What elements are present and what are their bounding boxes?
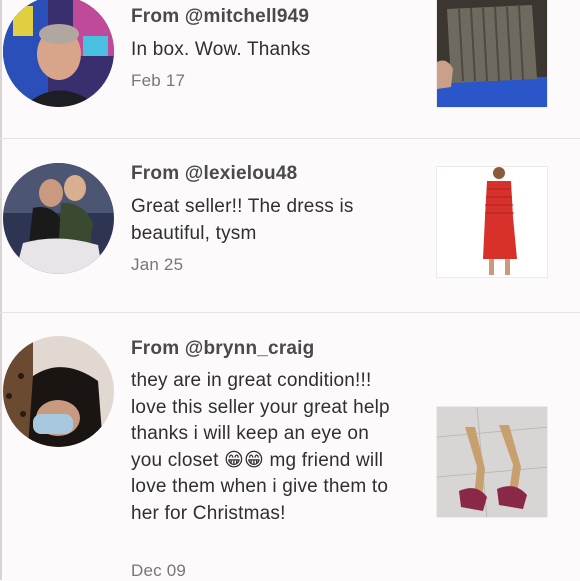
review-from[interactable]: From @brynn_craig [131, 338, 314, 360]
review-from[interactable]: From @mitchell949 [131, 6, 309, 28]
left-border [0, 0, 2, 580]
grinning-face-emoji: 😁😁 [224, 449, 265, 471]
product-thumbnail[interactable] [436, 166, 548, 278]
review-date: Feb 17 [131, 71, 186, 90]
divider [0, 138, 580, 139]
divider [0, 312, 580, 313]
review-text: Great seller!! The dress is beautiful, t… [131, 196, 354, 244]
avatar[interactable] [3, 336, 114, 447]
review-text: In box. Wow. Thanks [131, 39, 311, 60]
review-text: they are in great condition!!! love this… [131, 368, 391, 527]
review-from[interactable]: From @lexielou48 [131, 163, 297, 185]
avatar[interactable] [3, 163, 114, 274]
product-thumbnail[interactable] [436, 0, 548, 108]
review-date: Dec 09 [131, 561, 187, 580]
avatar[interactable] [3, 0, 114, 107]
review-date: Jan 25 [131, 255, 184, 274]
product-thumbnail[interactable] [436, 406, 548, 518]
